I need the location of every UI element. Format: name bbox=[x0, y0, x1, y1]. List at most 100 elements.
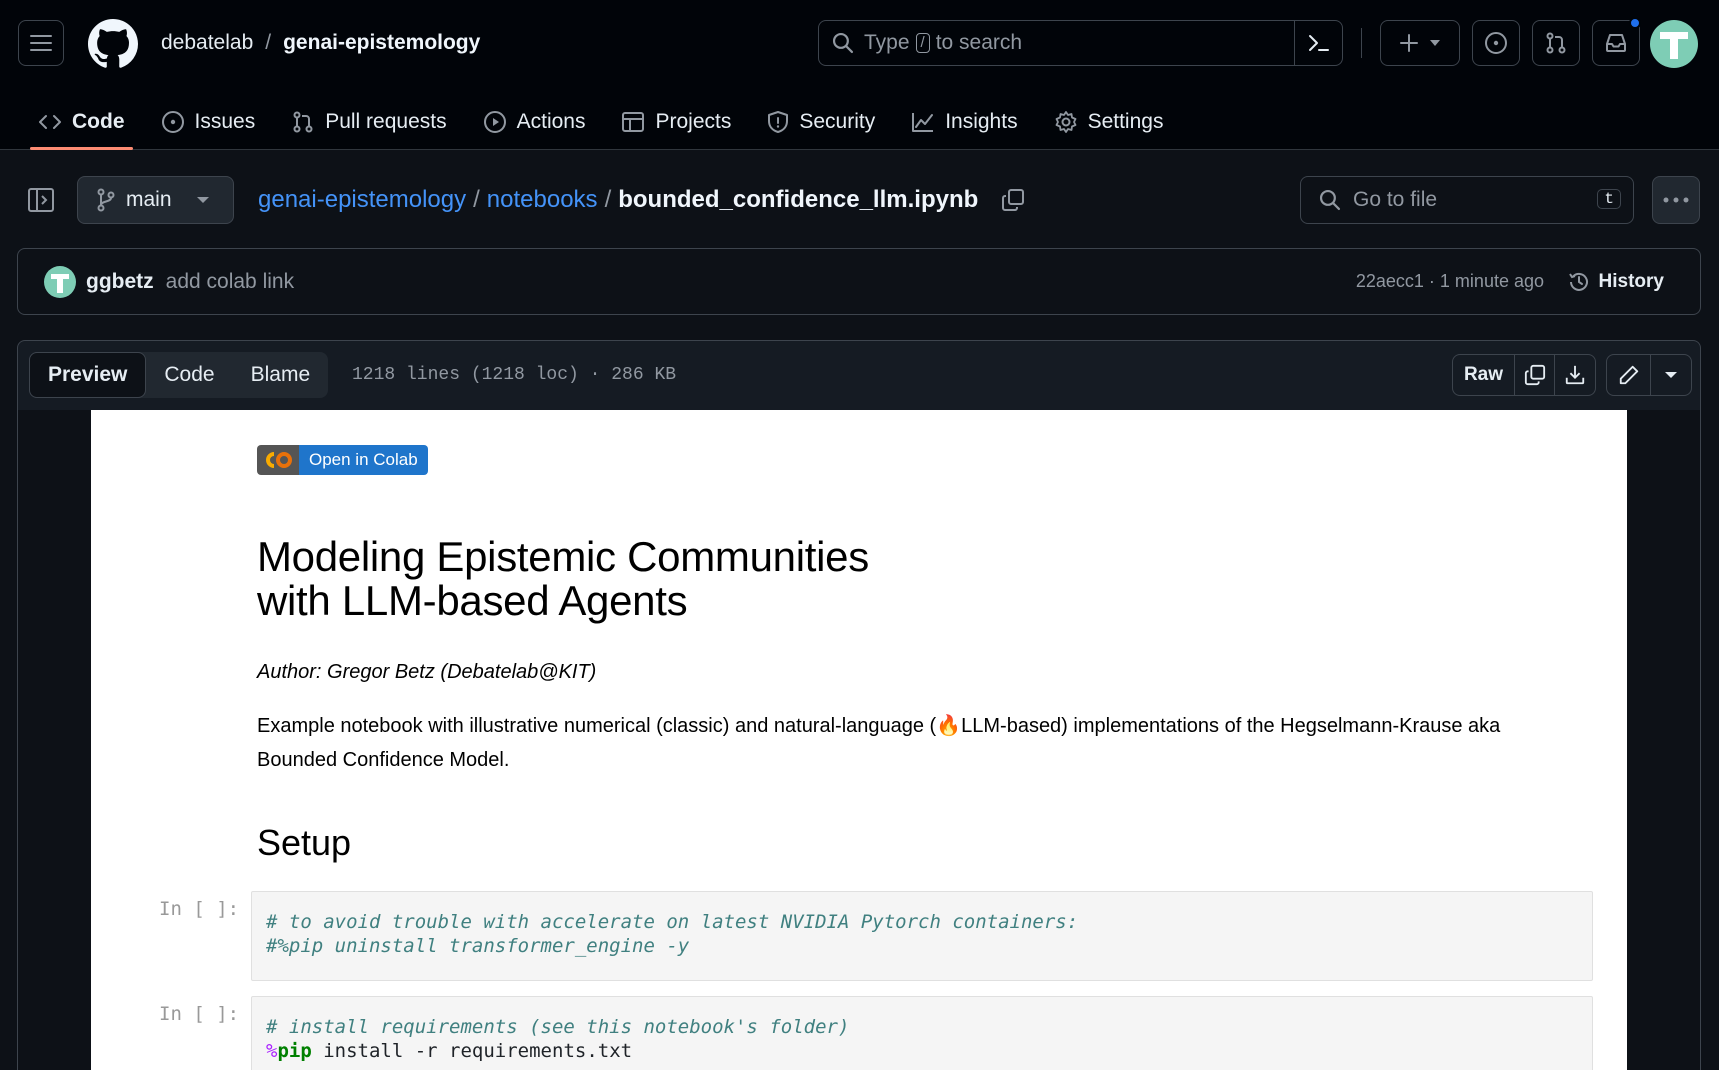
commit-meta[interactable]: 22aecc1 · 1 minute ago bbox=[1356, 271, 1544, 292]
search-placeholder-suffix: to search bbox=[935, 31, 1023, 54]
edit-dropdown-button[interactable] bbox=[1651, 355, 1691, 395]
caret-down-icon bbox=[196, 197, 209, 203]
title-line-2: with LLM-based Agents bbox=[257, 577, 688, 624]
commit-author[interactable]: ggbetz bbox=[86, 270, 154, 294]
cell-prompt: In [ ]: bbox=[159, 1003, 240, 1025]
tab-insights[interactable]: Insights bbox=[893, 94, 1035, 150]
colab-badge-text: Open in Colab bbox=[299, 445, 428, 475]
more-options-button[interactable] bbox=[1652, 176, 1700, 224]
branch-selector[interactable]: main bbox=[77, 176, 234, 224]
branch-name: main bbox=[126, 188, 172, 211]
code-keyword: pip bbox=[277, 1040, 312, 1062]
search-input[interactable]: Type / to search bbox=[818, 20, 1343, 66]
pull-request-icon bbox=[293, 111, 313, 133]
open-in-colab-badge[interactable]: Open in Colab bbox=[257, 445, 428, 475]
issues-button[interactable] bbox=[1472, 20, 1520, 66]
copy-icon bbox=[1524, 364, 1545, 386]
search-placeholder-prefix: Type bbox=[864, 31, 910, 54]
history-button[interactable]: History bbox=[1567, 270, 1664, 294]
tab-issues[interactable]: Issues bbox=[143, 94, 274, 150]
search-shortcut-key: / bbox=[915, 33, 930, 53]
download-icon bbox=[1565, 365, 1585, 385]
title-line-1: Modeling Epistemic Communities bbox=[257, 533, 869, 580]
go-to-file-placeholder: Go to file bbox=[1353, 188, 1438, 211]
expand-sidebar-icon[interactable] bbox=[27, 186, 55, 214]
shield-icon bbox=[768, 111, 789, 133]
path-separator: / bbox=[473, 186, 480, 213]
tab-label: Issues bbox=[194, 110, 256, 133]
global-header: debatelab / genai-epistemology Type / to… bbox=[0, 0, 1719, 150]
tab-label: Insights bbox=[945, 110, 1018, 133]
search-icon bbox=[1319, 189, 1341, 211]
tab-code[interactable]: Code bbox=[20, 94, 143, 150]
go-to-file-shortcut: t bbox=[1597, 189, 1621, 209]
notebook-author: Author: Gregor Betz (Debatelab@KIT) bbox=[257, 661, 597, 683]
identicon-icon bbox=[1660, 32, 1688, 59]
repo-owner-link[interactable]: debatelab bbox=[161, 31, 253, 55]
search-icon bbox=[832, 32, 854, 54]
go-to-file-input[interactable]: Go to file t bbox=[1300, 176, 1634, 224]
edit-button[interactable] bbox=[1607, 355, 1651, 395]
tab-label: Settings bbox=[1087, 110, 1164, 133]
commit-message[interactable]: add colab link bbox=[166, 270, 294, 294]
caret-down-icon bbox=[1430, 40, 1440, 46]
graph-icon bbox=[912, 113, 934, 132]
setup-heading: Setup bbox=[257, 822, 352, 863]
tab-preview[interactable]: Preview bbox=[29, 352, 147, 398]
header-divider bbox=[1361, 28, 1362, 58]
kebab-horizontal-icon bbox=[1663, 197, 1689, 203]
command-palette-button[interactable] bbox=[1294, 21, 1342, 65]
history-label: History bbox=[1598, 270, 1664, 292]
code-text: install -r requirements.txt bbox=[311, 1040, 633, 1062]
commit-author-avatar[interactable] bbox=[44, 265, 76, 298]
tab-label: Actions bbox=[516, 110, 586, 133]
tab-code-view[interactable]: Code bbox=[146, 352, 232, 398]
file-actions-group: Raw bbox=[1452, 354, 1596, 396]
file-viewer-header: Preview Code Blame 1218 lines (1218 loc)… bbox=[17, 340, 1701, 410]
copy-raw-button[interactable] bbox=[1515, 355, 1555, 395]
pencil-icon bbox=[1619, 365, 1638, 385]
code-input: # to avoid trouble with accelerate on la… bbox=[251, 891, 1593, 981]
tab-pull-requests[interactable]: Pull requests bbox=[273, 94, 464, 150]
tab-settings[interactable]: Settings bbox=[1036, 94, 1182, 150]
code-icon bbox=[39, 115, 61, 129]
cell-prompt: In [ ]: bbox=[159, 898, 240, 920]
path-repo-link[interactable]: genai-epistemology bbox=[258, 186, 466, 214]
tab-projects[interactable]: Projects bbox=[603, 94, 749, 150]
intro-text-start: Example notebook with illustrative numer… bbox=[257, 715, 937, 737]
tab-blame[interactable]: Blame bbox=[233, 352, 329, 398]
path-folder-link[interactable]: notebooks bbox=[487, 186, 598, 214]
raw-button[interactable]: Raw bbox=[1453, 355, 1515, 395]
path-separator: / bbox=[604, 186, 612, 213]
menu-button[interactable] bbox=[18, 20, 64, 66]
plus-icon bbox=[1400, 34, 1418, 52]
repo-name-link[interactable]: genai-epistemology bbox=[283, 31, 480, 55]
inbox-icon bbox=[1606, 34, 1626, 52]
github-logo-icon[interactable] bbox=[88, 19, 138, 69]
table-icon bbox=[622, 112, 645, 132]
code-magic: % bbox=[266, 1040, 278, 1062]
path-filename: bounded_confidence_llm.ipynb bbox=[618, 186, 979, 213]
colab-logo-icon bbox=[257, 445, 299, 475]
notebook-intro: Example notebook with illustrative numer… bbox=[257, 709, 1517, 777]
repo-breadcrumb: debatelab / genai-epistemology bbox=[161, 31, 480, 55]
file-path-breadcrumb: genai-epistemology / notebooks / bounded… bbox=[258, 186, 1025, 214]
download-button[interactable] bbox=[1555, 355, 1595, 395]
hamburger-icon bbox=[30, 35, 52, 51]
tab-actions[interactable]: Actions bbox=[465, 94, 604, 150]
breadcrumb-separator: / bbox=[265, 31, 272, 54]
edit-actions-group bbox=[1606, 354, 1692, 396]
notebook-title: Modeling Epistemic Communities with LLM-… bbox=[257, 535, 869, 623]
pull-request-icon bbox=[1546, 32, 1566, 54]
create-new-button[interactable] bbox=[1380, 20, 1460, 66]
repo-nav: Code Issues Pull requests Actions Projec… bbox=[0, 94, 1181, 150]
pull-requests-button[interactable] bbox=[1532, 20, 1580, 66]
gear-icon bbox=[1055, 111, 1076, 133]
user-avatar[interactable] bbox=[1650, 20, 1698, 68]
issue-icon bbox=[161, 111, 184, 133]
tab-security[interactable]: Security bbox=[749, 94, 893, 150]
copy-icon[interactable] bbox=[1001, 188, 1025, 212]
play-icon bbox=[483, 111, 506, 133]
tab-label: Code bbox=[72, 110, 125, 133]
code-comment: #%pip uninstall transformer_engine -y bbox=[266, 935, 690, 957]
